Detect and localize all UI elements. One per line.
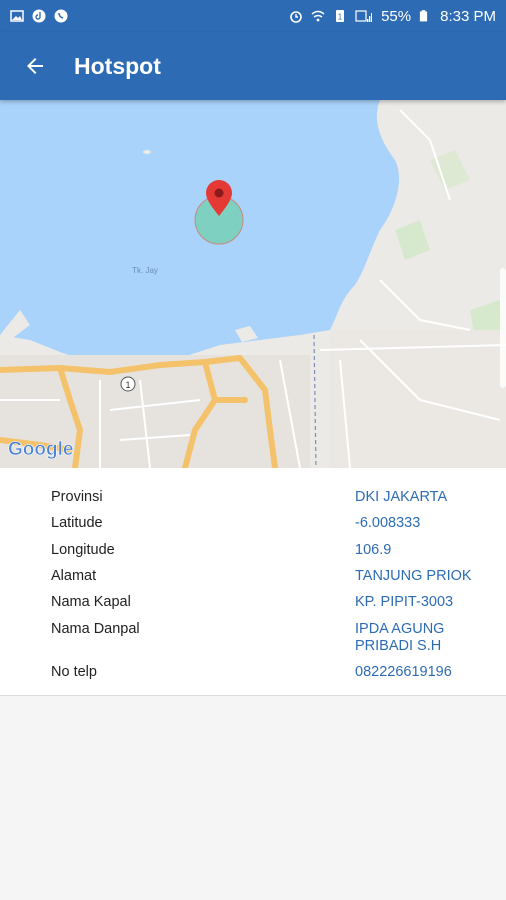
hotspot-details: Provinsi DKI JAKARTA Latitude -6.008333 …: [0, 468, 506, 696]
road-shield-label: 1: [125, 380, 130, 390]
detail-label: Latitude: [51, 515, 103, 531]
app-bar: Hotspot: [0, 32, 506, 100]
detail-value: TANJUNG PRIOK: [355, 568, 472, 584]
status-bar-left: [10, 9, 68, 23]
detail-label: Nama Danpal: [51, 621, 140, 637]
detail-value: KP. PIPIT-3003: [355, 594, 454, 610]
svg-text:1: 1: [338, 13, 343, 22]
detail-value: IPDA AGUNG PRIBADI S.H: [355, 621, 445, 654]
detail-label: Nama Kapal: [51, 594, 131, 610]
detail-label: Provinsi: [51, 489, 103, 505]
detail-label: Alamat: [51, 568, 97, 584]
arrow-back-icon: [27, 58, 43, 74]
battery-icon: [420, 10, 428, 22]
detail-value: -6.008333: [355, 515, 421, 531]
detail-value: DKI JAKARTA: [355, 489, 448, 505]
image-icon: [10, 10, 24, 22]
whatsapp-icon: [54, 9, 68, 23]
map-area-label: Tk. Jay: [132, 266, 158, 275]
wifi-icon: [311, 10, 325, 22]
tiktok-icon: [32, 9, 46, 23]
detail-value: 106.9: [355, 542, 392, 558]
detail-label: Longitude: [51, 542, 115, 558]
sim-icon: 1: [336, 10, 345, 22]
page-title: Hotspot: [74, 52, 161, 79]
map-canvas[interactable]: 1 Tk. Jay Google: [0, 100, 506, 468]
detail-label: No telp: [51, 664, 97, 680]
map-view[interactable]: 1 Tk. Jay Google: [0, 100, 506, 468]
status-bar: 1 55% 8:33 PM: [0, 0, 506, 32]
detail-value: 082226619196: [355, 664, 452, 680]
google-logo: Google: [8, 439, 73, 460]
status-bar-right: 1 55% 8:33 PM: [289, 8, 496, 25]
alarm-icon: [290, 11, 302, 23]
back-button[interactable]: [0, 32, 70, 100]
signal-icon: [355, 10, 373, 22]
status-time: 8:33 PM: [440, 7, 496, 25]
battery-percent: 55%: [381, 7, 412, 25]
